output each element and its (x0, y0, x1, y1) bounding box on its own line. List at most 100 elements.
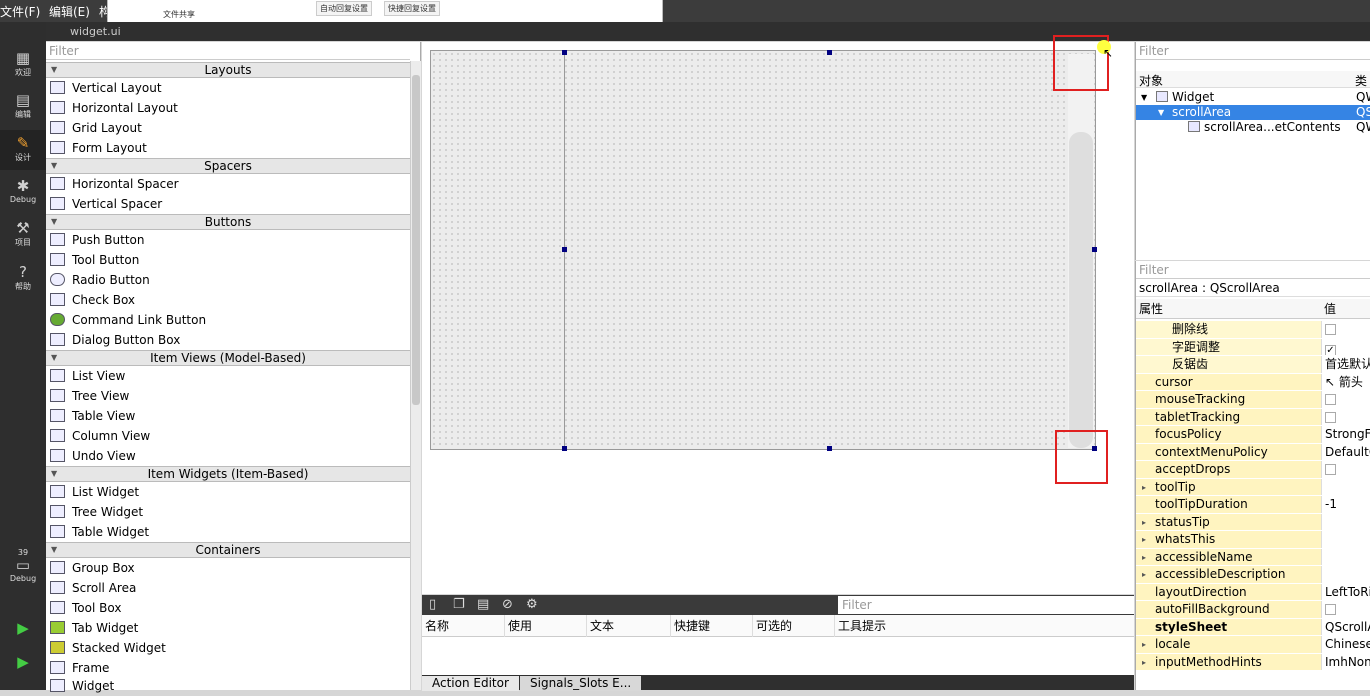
property-value[interactable] (1321, 321, 1370, 338)
widget-check-box[interactable]: Check Box (50, 290, 410, 310)
widget-form-layout[interactable]: Form Layout (50, 138, 410, 158)
property-row[interactable]: styleSheet QScrollA (1136, 618, 1370, 636)
widget-vertical-spacer[interactable]: Vertical Spacer (50, 194, 410, 214)
mode-design[interactable]: ✎ 设计 (0, 130, 46, 170)
widget-push-button[interactable]: Push Button (50, 230, 410, 250)
widget-vertical-layout[interactable]: Vertical Layout (50, 78, 410, 98)
property-value[interactable]: QScrollA (1321, 618, 1370, 635)
column-header[interactable]: 可选的 (752, 615, 792, 637)
property-row[interactable]: statusTip ▸ (1136, 513, 1370, 531)
form-canvas[interactable] (430, 50, 1096, 450)
widget-filter-input[interactable]: Filter (46, 42, 410, 60)
debug-run-button[interactable]: ▶ (0, 654, 46, 671)
column-header[interactable]: 值 (1324, 299, 1336, 319)
category-item-widgets[interactable]: ▼ Item Widgets (Item-Based) (46, 466, 410, 482)
column-header[interactable]: 名称 (422, 615, 449, 637)
widget-widget[interactable]: Widget (50, 676, 410, 696)
auto-reply-settings-button[interactable]: 自动回复设置 (316, 1, 372, 16)
property-value[interactable] (1321, 531, 1370, 548)
widget-stacked-widget[interactable]: Stacked Widget (50, 638, 410, 658)
property-value[interactable]: ↖ 箭头 (1321, 373, 1370, 390)
widget-scroll-area[interactable]: Scroll Area (50, 578, 410, 598)
resize-handle[interactable] (562, 247, 567, 252)
widget-radio-button[interactable]: Radio Button (50, 270, 410, 290)
object-row-widget[interactable]: ▼ Widget QW (1136, 90, 1370, 105)
expand-arrow-icon[interactable]: ▸ (1142, 479, 1146, 496)
resize-handle[interactable] (562, 50, 567, 55)
checkbox-unchecked-icon[interactable] (1325, 324, 1336, 335)
resize-handle[interactable] (827, 50, 832, 55)
delete-icon[interactable]: ⊘ (502, 597, 513, 612)
widget-dialog-button-box[interactable]: Dialog Button Box (50, 330, 410, 350)
widget-undo-view[interactable]: Undo View (50, 446, 410, 466)
property-row[interactable]: tabletTracking (1136, 408, 1370, 426)
checkbox-unchecked-icon[interactable] (1325, 464, 1336, 475)
expand-arrow-icon[interactable]: ▸ (1142, 566, 1146, 583)
mode-debug[interactable]: ✱ Debug (0, 178, 46, 205)
scrollbar-thumb[interactable] (1069, 132, 1093, 448)
column-header[interactable]: 对象 (1139, 72, 1163, 89)
property-value[interactable]: LeftToRi (1321, 583, 1370, 600)
category-item-views[interactable]: ▼ Item Views (Model-Based) (46, 350, 410, 366)
property-value[interactable] (1321, 566, 1370, 583)
category-layouts[interactable]: ▼ Layouts (46, 62, 410, 78)
widget-tree-widget[interactable]: Tree Widget (50, 502, 410, 522)
resize-handle[interactable] (827, 446, 832, 451)
scroll-area-vertical-scrollbar[interactable] (1068, 54, 1094, 448)
widget-horizontal-spacer[interactable]: Horizontal Spacer (50, 174, 410, 194)
property-value[interactable]: Chinese, (1321, 636, 1370, 653)
property-filter-input[interactable]: Filter (1136, 261, 1370, 279)
widget-tool-box[interactable]: Tool Box (50, 598, 410, 618)
expand-arrow-icon[interactable]: ▸ (1142, 531, 1146, 548)
mode-projects[interactable]: ⚒ 项目 (0, 220, 46, 248)
object-row-scrollarea-contents[interactable]: scrollArea...etContents QW (1136, 120, 1370, 135)
widget-list-widget[interactable]: List Widget (50, 482, 410, 502)
widget-column-view[interactable]: Column View (50, 426, 410, 446)
property-value[interactable]: ✓ (1321, 338, 1370, 355)
property-value[interactable] (1321, 391, 1370, 408)
column-header[interactable]: 使用 (504, 615, 532, 637)
property-value[interactable] (1321, 513, 1370, 530)
expand-arrow-icon[interactable]: ▸ (1142, 549, 1146, 566)
property-value[interactable] (1321, 408, 1370, 425)
property-row[interactable]: mouseTracking (1136, 391, 1370, 409)
widget-box-scrollbar[interactable] (410, 61, 421, 690)
widget-tool-button[interactable]: Tool Button (50, 250, 410, 270)
widget-list-view[interactable]: List View (50, 366, 410, 386)
widget-grid-layout[interactable]: Grid Layout (50, 118, 410, 138)
property-row[interactable]: inputMethodHints ▸ ImhNone (1136, 653, 1370, 671)
expand-arrow-icon[interactable]: ▸ (1142, 654, 1146, 671)
property-row[interactable]: 字距调整 ✓ (1136, 338, 1370, 356)
resize-handle[interactable] (562, 446, 567, 451)
property-row[interactable]: layoutDirection LeftToRi (1136, 583, 1370, 601)
property-row[interactable]: focusPolicy StrongFo (1136, 426, 1370, 444)
widget-table-view[interactable]: Table View (50, 406, 410, 426)
tab-signals-slots-editor[interactable]: Signals_Slots E... (520, 676, 642, 691)
expand-arrow-icon[interactable]: ▸ (1142, 514, 1146, 531)
quick-reply-settings-button[interactable]: 快捷回复设置 (384, 1, 440, 16)
category-buttons[interactable]: ▼ Buttons (46, 214, 410, 230)
property-row[interactable]: 反锯齿 首选默认 (1136, 356, 1370, 374)
widget-command-link-button[interactable]: Command Link Button (50, 310, 410, 330)
widget-table-widget[interactable]: Table Widget (50, 522, 410, 542)
property-row[interactable]: accessibleDescription ▸ (1136, 566, 1370, 584)
action-filter-input[interactable]: Filter (838, 596, 1134, 614)
column-header[interactable]: 文本 (586, 615, 614, 637)
property-row[interactable]: contextMenuPolicy DefaultC (1136, 443, 1370, 461)
object-row-scrollarea[interactable]: ▼ scrollArea QS (1136, 105, 1370, 120)
checkbox-unchecked-icon[interactable] (1325, 394, 1336, 405)
category-spacers[interactable]: ▼ Spacers (46, 158, 410, 174)
property-row[interactable]: cursor ↖ 箭头 (1136, 373, 1370, 391)
widget-horizontal-layout[interactable]: Horizontal Layout (50, 98, 410, 118)
column-header[interactable]: 快捷键 (670, 615, 710, 637)
widget-tree-view[interactable]: Tree View (50, 386, 410, 406)
property-row[interactable]: toolTip ▸ (1136, 478, 1370, 496)
property-value[interactable] (1321, 601, 1370, 618)
property-row[interactable]: locale ▸ Chinese, (1136, 636, 1370, 654)
mode-help[interactable]: ? 帮助 (0, 264, 46, 292)
mode-edit[interactable]: ▤ 编辑 (0, 92, 46, 120)
property-value[interactable]: -1 (1321, 496, 1370, 513)
property-value[interactable]: StrongFo (1321, 426, 1370, 443)
widget-frame[interactable]: Frame (50, 658, 410, 678)
document-tab[interactable]: widget.ui (70, 25, 121, 38)
